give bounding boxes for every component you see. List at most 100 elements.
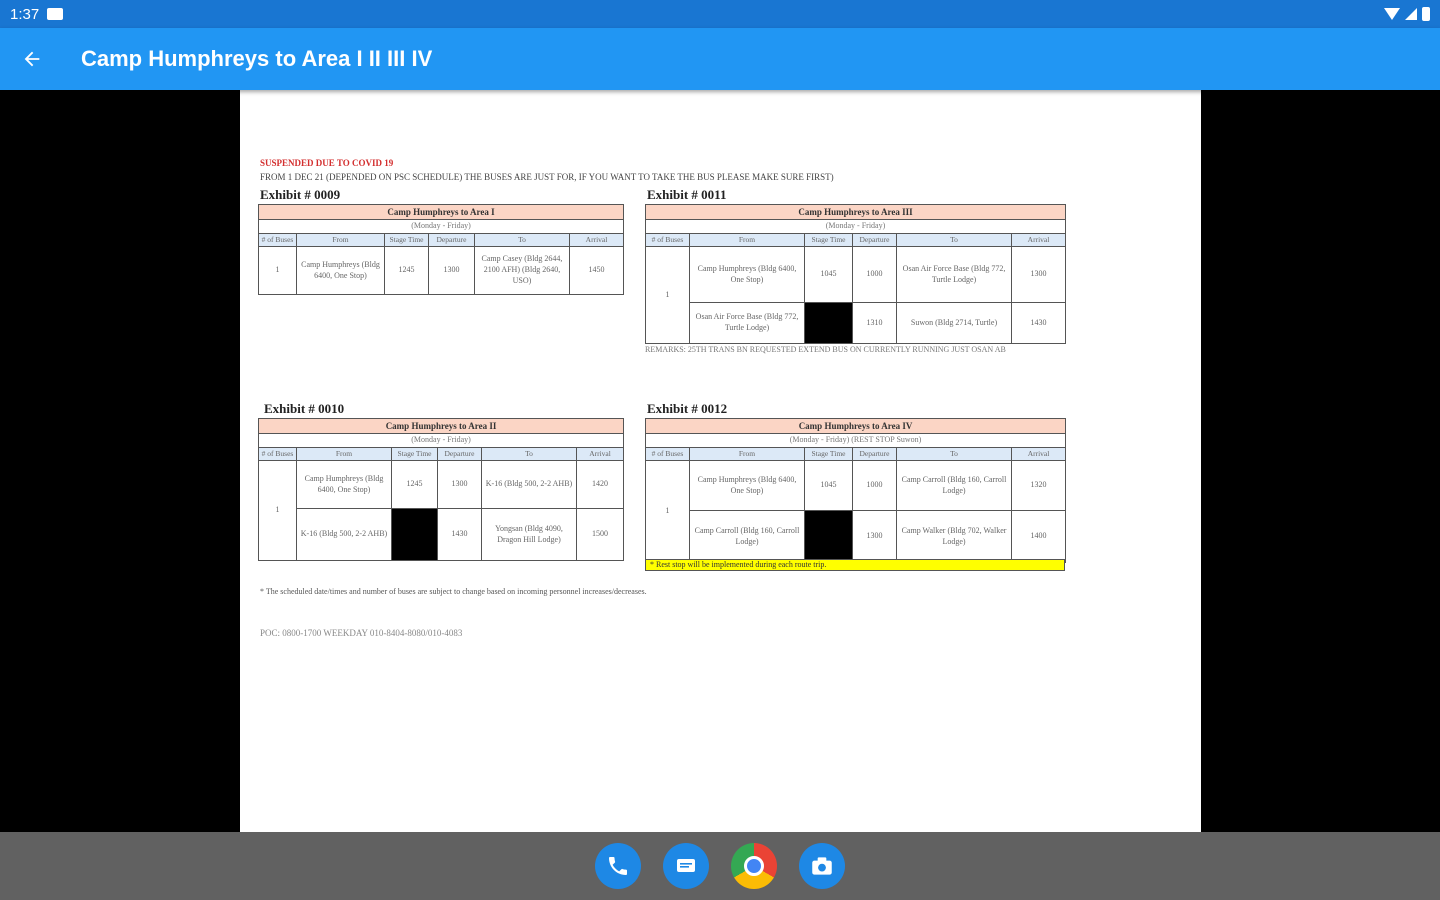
column-header: Stage Time — [804, 446, 853, 462]
column-header: To — [474, 232, 570, 248]
column-header: From — [296, 232, 385, 248]
cell: 1045 — [804, 460, 853, 512]
table-row: 1 Camp Humphreys (Bldg 6400, One Stop) 1… — [258, 246, 625, 296]
camera-icon[interactable] — [799, 843, 845, 889]
column-header: Stage Time — [391, 446, 438, 462]
column-header: Stage Time — [804, 232, 853, 248]
dock-bar — [0, 832, 1440, 900]
column-header: Departure — [852, 232, 897, 248]
cell: 1300 — [1011, 246, 1066, 304]
cell: Yongsan (Bldg 4090, Dragon Hill Lodge) — [481, 508, 577, 562]
column-header: Arrival — [568, 232, 625, 248]
cell: Camp Humphreys (Bldg 6400, One Stop) — [296, 460, 392, 510]
cell: 1000 — [852, 460, 897, 512]
cell: 1420 — [575, 460, 625, 510]
column-header: Arrival — [1010, 446, 1067, 462]
column-header: # of Buses — [645, 446, 690, 462]
route-title: Camp Humphreys to Area I — [257, 203, 625, 221]
route-days: (Monday - Friday) (REST STOP Suwon) — [644, 433, 1067, 448]
cell: 1400 — [1010, 510, 1067, 564]
cell: Camp Walker (Bldg 702, Walker Lodge) — [896, 510, 1012, 564]
cell: 1045 — [804, 246, 853, 304]
column-header: From — [296, 446, 392, 462]
table-row: 1 Camp Humphreys (Bldg 6400, One Stop) 1… — [645, 246, 1066, 345]
status-bar: 1:37 — [0, 0, 1440, 28]
phone-glyph-icon — [609, 857, 627, 875]
battery-icon — [1422, 7, 1430, 21]
table-row: K-16 (Bldg 500, 2-2 AHB) 1430 Yongsan (B… — [259, 508, 625, 562]
cell: 1 — [258, 246, 297, 296]
notification-icon — [47, 8, 64, 20]
route-days: (Monday - Friday) — [257, 433, 625, 448]
cell: Osan Air Force Base (Bldg 772, Turtle Lo… — [689, 302, 805, 345]
exhibit-title: Exhibit # 0009 — [260, 187, 341, 202]
exhibit-title: Exhibit # 0011 — [647, 187, 727, 202]
cell: 1245 — [391, 460, 438, 510]
chrome-center-icon — [744, 856, 764, 876]
route-title: Camp Humphreys to Area III — [645, 203, 1066, 221]
schedule-notice: FROM 1 DEC 21 (DEPENDED ON PSC SCHEDULE)… — [260, 172, 834, 182]
pdf-document: SUSPENDED DUE TO COVID 19 FROM 1 DEC 21 … — [240, 90, 1201, 832]
column-header: Stage Time — [384, 232, 429, 248]
chrome-icon[interactable] — [731, 843, 777, 889]
table-row: Camp Carroll (Bldg 160, Carroll Lodge) 1… — [646, 510, 1067, 564]
rest-stop-note: * Rest stop will be implemented during e… — [645, 559, 1065, 571]
column-header: # of Buses — [645, 232, 690, 248]
cell: 1300 — [852, 510, 897, 564]
table-row: 1 Camp Humphreys (Bldg 6400, One Stop) 1… — [258, 460, 625, 562]
column-header: To — [896, 446, 1012, 462]
cell: 1300 — [428, 246, 475, 296]
suspended-notice: SUSPENDED DUE TO COVID 19 — [260, 158, 394, 168]
cell: 1450 — [568, 246, 625, 296]
cell: 1 — [645, 460, 690, 564]
column-header: From — [689, 446, 805, 462]
column-header: Arrival — [1011, 232, 1066, 248]
column-header: # of Buses — [258, 232, 297, 248]
signal-icon — [1405, 8, 1417, 20]
cell: Osan Air Force Base (Bldg 772, Turtle Lo… — [896, 246, 1012, 304]
cell: 1500 — [575, 508, 625, 562]
cell: Camp Humphreys (Bldg 6400, One Stop) — [296, 246, 385, 296]
table-row: 1 Camp Humphreys (Bldg 6400, One Stop) 1… — [645, 460, 1067, 564]
cell: Camp Humphreys (Bldg 6400, One Stop) — [689, 460, 805, 512]
cell: 1430 — [437, 508, 482, 562]
schedule-table: Camp Humphreys to Area II (Monday - Frid… — [257, 417, 625, 562]
remarks: REMARKS: 25TH TRANS BN REQUESTED EXTEND … — [645, 345, 1006, 354]
schedule-table: Camp Humphreys to Area IV (Monday - Frid… — [644, 417, 1067, 564]
camera-glyph-icon — [812, 857, 832, 875]
wifi-icon — [1384, 8, 1400, 20]
cell: Camp Casey (Bldg 2644, 2100 AFH) (Bldg 2… — [474, 246, 570, 296]
cell: 1320 — [1010, 460, 1067, 512]
column-header: Arrival — [575, 446, 625, 462]
route-days: (Monday - Friday) — [257, 219, 625, 234]
cell: Camp Humphreys (Bldg 6400, One Stop) — [689, 246, 805, 304]
clock: 1:37 — [10, 5, 40, 23]
cell: 1000 — [852, 246, 897, 304]
footnote: * The scheduled date/times and number of… — [260, 587, 647, 596]
column-header: To — [481, 446, 577, 462]
cell: 1245 — [384, 246, 429, 296]
table-row: Osan Air Force Base (Bldg 772, Turtle Lo… — [646, 302, 1066, 345]
cell: 1300 — [437, 460, 482, 510]
arrow-left-icon — [24, 51, 40, 67]
blank-cell — [391, 508, 438, 562]
schedule-table: Camp Humphreys to Area I (Monday - Frida… — [257, 203, 625, 296]
cell: K-16 (Bldg 500, 2-2 AHB) — [296, 508, 392, 562]
poc-line: POC: 0800-1700 WEEKDAY 010-8404-8080/010… — [260, 628, 463, 638]
exhibit-title: Exhibit # 0012 — [647, 401, 728, 416]
phone-icon[interactable] — [595, 843, 641, 889]
blank-cell — [804, 302, 853, 345]
back-button[interactable] — [0, 28, 64, 90]
column-header: Departure — [437, 446, 482, 462]
column-header: Departure — [428, 232, 475, 248]
messages-icon[interactable] — [663, 843, 709, 889]
route-title: Camp Humphreys to Area II — [257, 417, 625, 435]
blank-cell — [804, 510, 853, 564]
column-header: Departure — [852, 446, 897, 462]
column-header: From — [689, 232, 805, 248]
app-bar: Camp Humphreys to Area I II III IV — [0, 28, 1440, 90]
cell: 1310 — [852, 302, 897, 345]
cell: 1430 — [1011, 302, 1066, 345]
cell: K-16 (Bldg 500, 2-2 AHB) — [481, 460, 577, 510]
column-header: # of Buses — [258, 446, 297, 462]
